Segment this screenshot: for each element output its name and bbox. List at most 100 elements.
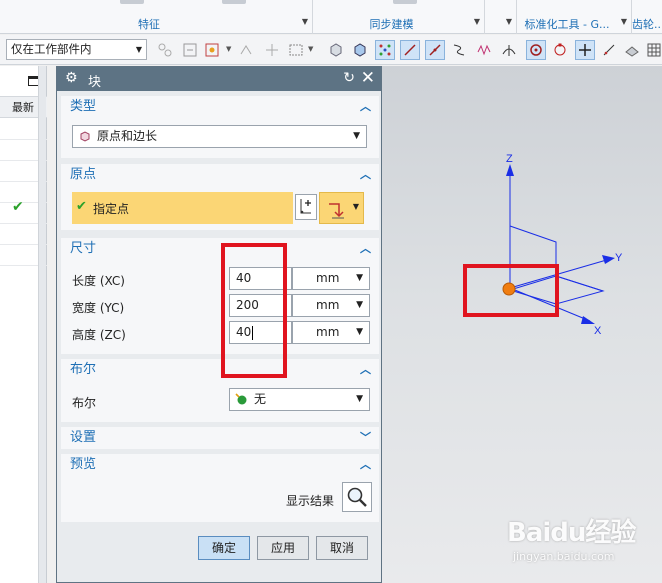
section-settings-header[interactable]: 设置 ﹀ xyxy=(61,427,379,449)
chevron-down-icon: ▼ xyxy=(356,394,363,404)
snap-center-icon[interactable] xyxy=(526,40,546,60)
specify-point-row[interactable]: ✔ 指定点 xyxy=(72,192,293,224)
ribbon-more-icon[interactable]: ▼ xyxy=(506,17,512,26)
snap-intersection-icon[interactable] xyxy=(499,40,519,60)
section-dimensions-body: 长度 (XC) 40 mm ▼ 宽度 (YC) 200 mm ▼ 高度 (ZC) 4… xyxy=(61,260,379,354)
chevron-down-icon[interactable]: ▼ xyxy=(308,45,313,53)
section-type-header[interactable]: 类型 ︿ xyxy=(61,96,379,118)
show-result-button[interactable] xyxy=(342,482,372,512)
snap-on-curve-icon[interactable] xyxy=(599,40,619,60)
ribbon-group-standard-tools: 标准化工具 - G... ▼ xyxy=(517,0,632,34)
boolean-label: 布尔 xyxy=(72,396,97,410)
dialog-title-bar[interactable]: ⚙ 块 ↻ ✕ xyxy=(57,67,381,91)
length-label: 长度 (XC) xyxy=(72,274,125,288)
ribbon-group-label[interactable]: 特征 xyxy=(0,16,298,32)
chevron-down-icon: ▼ xyxy=(356,273,363,283)
z-axis-arrow xyxy=(506,164,514,176)
height-unit: mm xyxy=(316,325,340,339)
point-constructor-icon xyxy=(300,199,311,214)
block-preview-graphic: Z Y X xyxy=(502,153,623,337)
point-type-selector[interactable]: ▼ xyxy=(319,192,364,224)
ribbon-group-features: 特征 ▼ xyxy=(0,0,313,34)
chevron-up-icon[interactable]: ︿ xyxy=(360,96,371,118)
snap-curve-icon[interactable] xyxy=(449,40,469,60)
block-type-icon xyxy=(80,131,90,142)
ribbon-group-label[interactable]: 标准化工具 - G... xyxy=(517,16,617,32)
point-dialog-button[interactable] xyxy=(295,194,317,220)
chevron-down-icon[interactable]: ﹀ xyxy=(360,427,371,449)
type-value: 原点和边长 xyxy=(97,129,158,143)
chevron-down-icon[interactable]: ▼ xyxy=(226,45,231,53)
section-type-body: 原点和边长 ▼ xyxy=(61,118,379,158)
scope-filter-select[interactable]: 仅在工作部件内 ▼ xyxy=(6,39,147,60)
chevron-up-icon[interactable]: ︿ xyxy=(360,454,371,476)
snap-on-face-icon[interactable] xyxy=(622,40,642,60)
type-select[interactable]: 原点和边长 ▼ xyxy=(72,125,367,148)
snap-quadrant-icon[interactable] xyxy=(550,40,570,60)
height-unit-select[interactable]: mm ▼ xyxy=(292,321,370,344)
checkmark-icon: ✔ xyxy=(76,199,87,214)
gear-icon[interactable]: ⚙ xyxy=(65,70,78,86)
chevron-up-icon[interactable]: ︿ xyxy=(360,164,371,186)
grid-icon[interactable] xyxy=(644,40,662,60)
length-unit-select[interactable]: mm ▼ xyxy=(292,267,370,290)
cube-icon[interactable] xyxy=(326,40,346,60)
baidu-jingyan-watermark: Baidu经验 jingyan.baidu.com xyxy=(507,512,657,572)
y-axis-label: Y xyxy=(615,252,623,264)
rectangle-select-icon[interactable] xyxy=(286,40,306,60)
select-all-icon[interactable] xyxy=(180,40,200,60)
section-boolean-header[interactable]: 布尔 ︿ xyxy=(61,359,379,381)
chevron-up-icon[interactable]: ︿ xyxy=(360,359,371,381)
ribbon-more-icon[interactable]: ▼ xyxy=(474,17,480,26)
annotation-highlight-origin xyxy=(463,264,559,317)
close-icon[interactable]: ✕ xyxy=(361,68,375,88)
section-origin-header[interactable]: 原点 ︿ xyxy=(61,164,379,186)
chevron-down-icon: ▼ xyxy=(353,131,360,141)
block-dialog: ⚙ 块 ↻ ✕ 类型 ︿ 原点和边长 ▼ 原点 ︿ ✔ 指定点 ▼ 尺寸 ︿ 长… xyxy=(56,66,382,583)
reset-icon[interactable]: ↻ xyxy=(343,70,355,86)
snap-spline-icon[interactable] xyxy=(474,40,494,60)
width-label: 宽度 (YC) xyxy=(72,301,125,315)
section-title: 预览 xyxy=(70,457,97,472)
height-label: 高度 (ZC) xyxy=(72,328,126,342)
view-cube-icon[interactable] xyxy=(350,40,370,60)
ribbon-group-label[interactable]: 齿轮... xyxy=(632,16,662,32)
section-preview-header[interactable]: 预览 ︿ xyxy=(61,454,379,476)
boolean-select[interactable]: 无 ▼ xyxy=(229,388,370,411)
snap-grid-icon[interactable] xyxy=(375,40,395,60)
assembly-filter-icon[interactable] xyxy=(155,40,175,60)
section-dimensions-header[interactable]: 尺寸 ︿ xyxy=(61,238,379,260)
chevron-up-icon[interactable]: ︿ xyxy=(360,238,371,260)
ribbon-more-icon[interactable]: ▼ xyxy=(302,17,308,26)
snap-existing-point-icon[interactable] xyxy=(575,40,595,60)
ribbon-more-icon[interactable]: ▼ xyxy=(621,17,627,26)
chevron-down-icon: ▼ xyxy=(352,202,359,211)
ribbon-group-gear: 齿轮... xyxy=(632,0,662,34)
length-unit: mm xyxy=(316,271,340,285)
part-navigator: 最新 ✔ xyxy=(0,66,47,583)
ribbon-group-label[interactable]: 同步建模 xyxy=(313,16,470,32)
snap-midpoint-icon[interactable] xyxy=(425,40,445,60)
panel-scrollbar[interactable] xyxy=(38,66,46,583)
section-title: 原点 xyxy=(70,167,97,182)
width-unit-select[interactable]: mm ▼ xyxy=(292,294,370,317)
dialog-title: 块 xyxy=(88,75,102,90)
cancel-button[interactable]: 取消 xyxy=(316,536,368,560)
move-icon[interactable] xyxy=(262,40,282,60)
apply-button[interactable]: 应用 xyxy=(257,536,309,560)
annotation-highlight-dimensions xyxy=(221,243,287,378)
ribbon-group-sync-modeling: 同步建模 ▼ xyxy=(313,0,485,34)
magnifier-icon xyxy=(347,487,367,507)
selection-toolbar: 仅在工作部件内 ▼ ▼ ▼ xyxy=(0,35,662,65)
ok-button[interactable]: 确定 xyxy=(198,536,250,560)
point-snap-icon[interactable] xyxy=(236,40,256,60)
section-title: 设置 xyxy=(70,430,97,445)
checkmark-icon: ✔ xyxy=(12,199,24,215)
section-preview-body: 显示结果 xyxy=(61,476,379,522)
watermark-url: jingyan.baidu.com xyxy=(513,550,615,563)
snap-endpoint-icon[interactable] xyxy=(400,40,420,60)
chevron-down-icon: ▼ xyxy=(356,327,363,337)
snap-add-icon[interactable] xyxy=(202,40,222,60)
section-title: 尺寸 xyxy=(70,241,97,256)
graphics-viewport[interactable]: Z Y X xyxy=(382,66,662,583)
